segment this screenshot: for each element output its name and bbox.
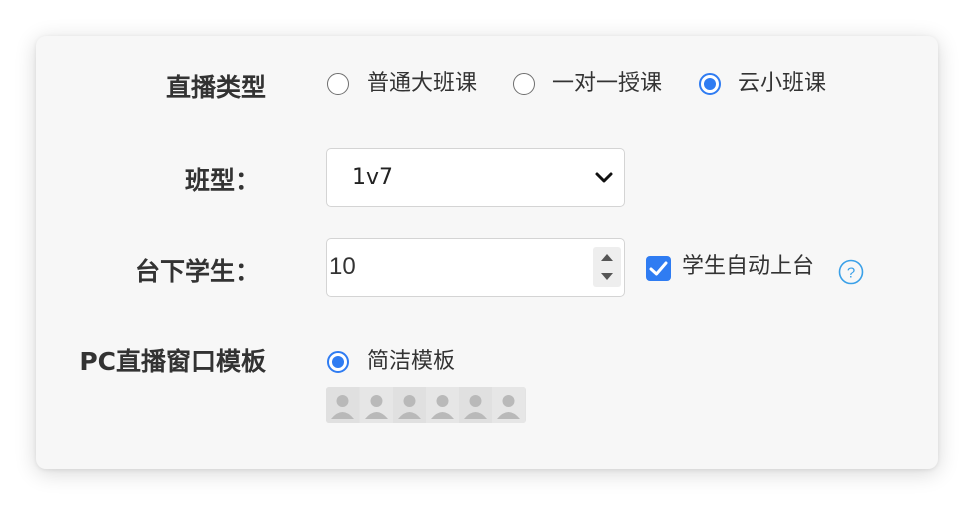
radio-selected-dot [332, 356, 344, 368]
avatar-placeholder-icon [426, 387, 459, 423]
spinner-up-icon[interactable] [593, 247, 621, 267]
radio-one-on-one-label[interactable]: 一对一授课 [552, 70, 662, 98]
svg-text:?: ? [847, 265, 855, 282]
question-circle-icon[interactable]: ? [838, 259, 864, 285]
class-type-selected-value: 1v7 [352, 165, 394, 190]
auto-stage-checkbox[interactable] [646, 256, 671, 281]
template-preview-thumbnail [326, 387, 526, 423]
chevron-down-icon [595, 172, 613, 183]
spinner-down-icon[interactable] [593, 267, 621, 287]
class-type-select[interactable]: 1v7 [326, 148, 625, 207]
audience-students-number-field[interactable] [326, 238, 625, 297]
avatar-placeholder-icon [393, 387, 426, 423]
pc-template-label: PC直播窗口模板 [79, 347, 266, 376]
checkmark-icon [649, 261, 668, 276]
number-spinner[interactable] [593, 247, 621, 287]
audience-students-input[interactable] [329, 253, 529, 281]
radio-simple-template-label[interactable]: 简洁模板 [367, 348, 455, 376]
class-type-label: 班型： [184, 166, 260, 195]
audience-students-label: 台下学生： [134, 257, 260, 286]
radio-simple-template[interactable] [327, 351, 349, 373]
avatar-placeholder-icon [459, 387, 492, 423]
radio-one-on-one[interactable] [513, 73, 535, 95]
radio-normal-large-class[interactable] [327, 73, 349, 95]
radio-selected-dot [704, 78, 716, 90]
avatar-placeholder-icon [326, 387, 359, 423]
radio-normal-large-class-label[interactable]: 普通大班课 [367, 70, 477, 98]
avatar-placeholder-icon [360, 387, 393, 423]
live-type-label: 直播类型 [165, 73, 266, 102]
radio-cloud-small-class-label[interactable]: 云小班课 [738, 70, 826, 98]
auto-stage-label[interactable]: 学生自动上台 [682, 253, 814, 281]
radio-cloud-small-class[interactable] [699, 73, 721, 95]
avatar-placeholder-icon [492, 387, 525, 423]
